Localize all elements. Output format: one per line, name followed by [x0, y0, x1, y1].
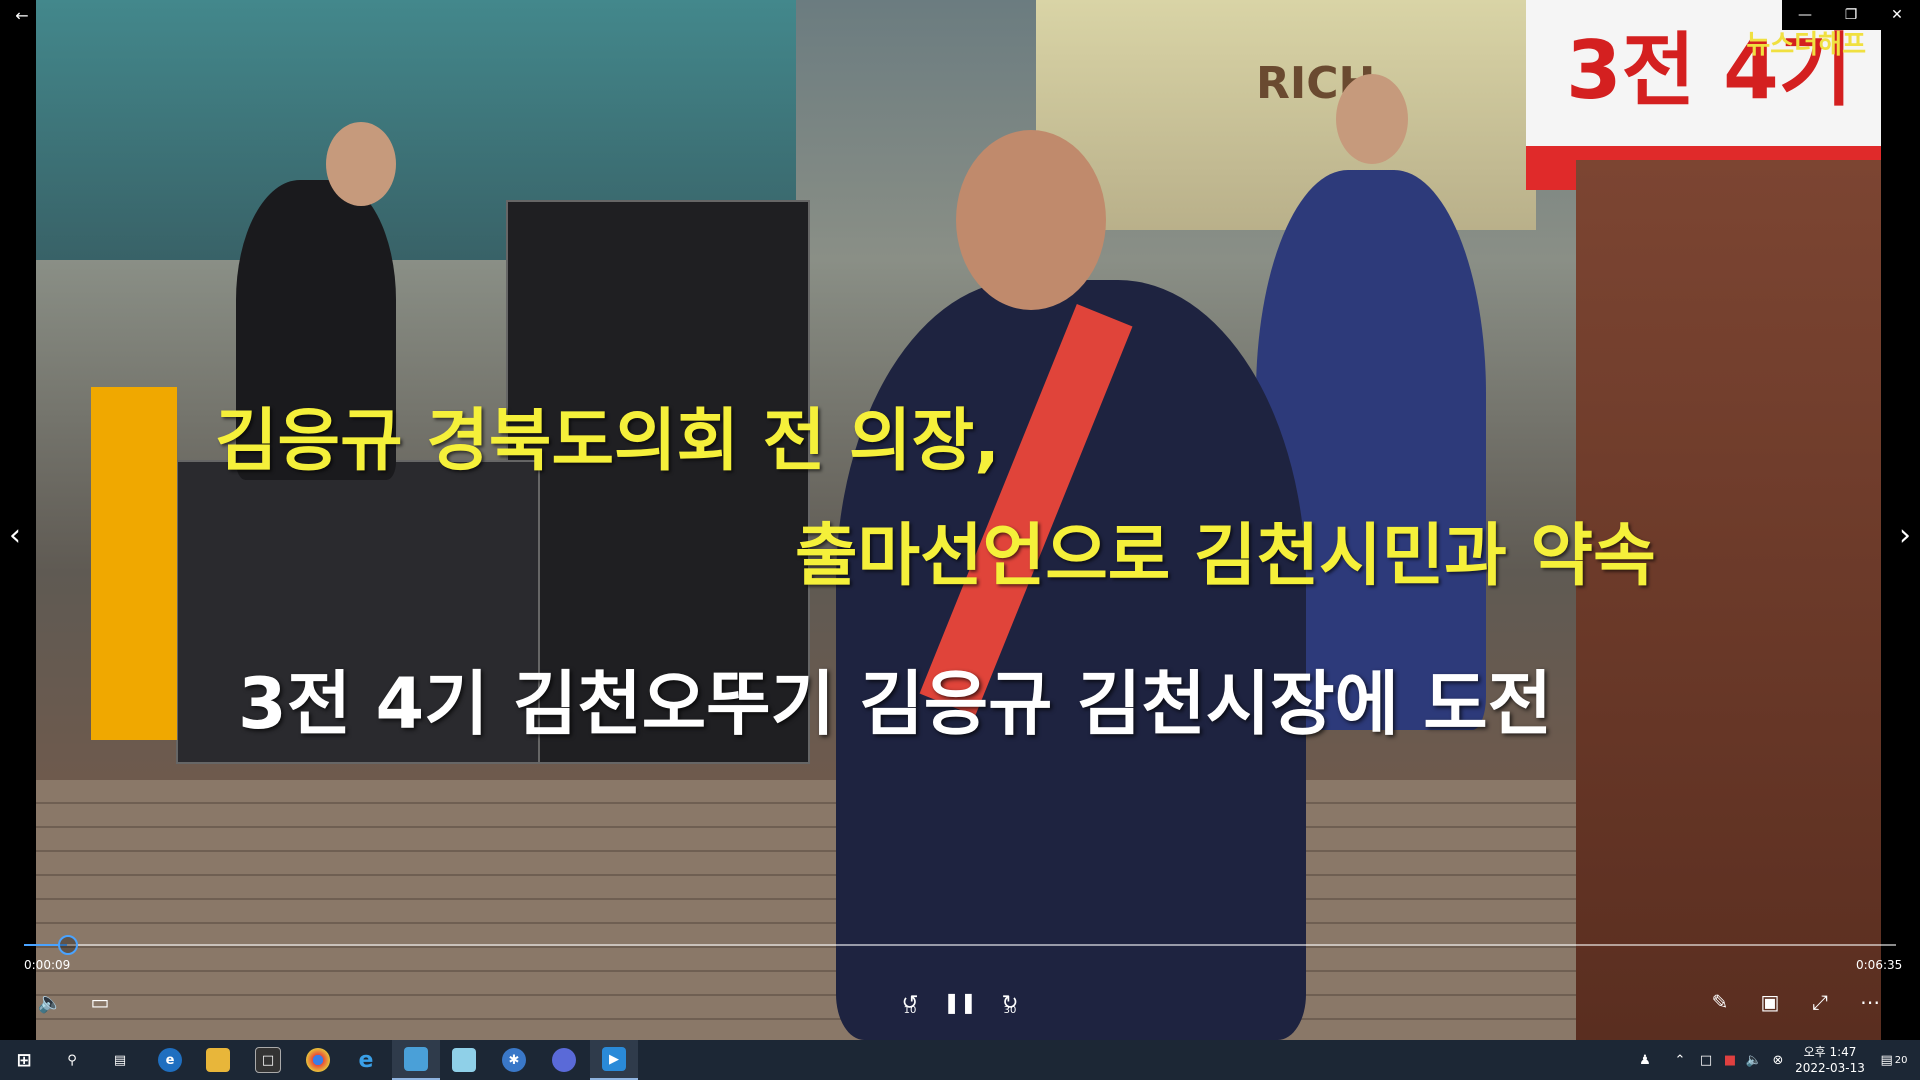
- seek-bar[interactable]: [24, 935, 1896, 955]
- skip-forward-button[interactable]: ↻ 30: [988, 986, 1032, 1018]
- candidate-head: [956, 130, 1106, 310]
- caption-line-3: 3전 4기 김천오뚜기 김응규 김천시장에 도전: [238, 663, 1553, 745]
- start-icon[interactable]: ⊞: [0, 1040, 48, 1080]
- previous-arrow-icon[interactable]: ‹: [2, 505, 28, 565]
- edge-icon[interactable]: e: [146, 1040, 194, 1080]
- search-icon[interactable]: ⚲: [48, 1040, 96, 1080]
- pause-button[interactable]: ❚❚: [938, 986, 982, 1018]
- edit-pencil-icon[interactable]: ✎: [1698, 986, 1742, 1018]
- channel-watermark: 뉴스더해프: [1746, 30, 1866, 60]
- skip-forward-label: 30: [1003, 1005, 1017, 1016]
- background-shop: RICH: [1036, 0, 1536, 230]
- person-right-head: [1336, 74, 1408, 164]
- file-explorer-icon[interactable]: [194, 1040, 242, 1080]
- task-view-icon[interactable]: ▤: [96, 1040, 144, 1080]
- app-icon[interactable]: [392, 1040, 440, 1080]
- antivirus-icon[interactable]: ■: [1718, 1040, 1742, 1080]
- caption-accent-bar: [91, 387, 177, 740]
- subtitles-icon[interactable]: ▭: [78, 986, 122, 1018]
- network-icon[interactable]: □: [1694, 1040, 1718, 1080]
- movies-tv-icon[interactable]: ▶: [590, 1040, 638, 1080]
- taskbar: ⊞ ⚲ ▤ e □ e ✱ ▶ ♟ ⌃ □ ■ 🔈 ⊗ 오후 1:47 2022…: [0, 1040, 1920, 1080]
- people-icon[interactable]: ♟: [1630, 1040, 1660, 1080]
- person-left-head: [326, 122, 396, 206]
- back-button[interactable]: ←: [8, 4, 36, 26]
- chrome-icon[interactable]: [294, 1040, 342, 1080]
- tray-expand-icon[interactable]: ⌃: [1668, 1040, 1692, 1080]
- volume-tray-icon[interactable]: 🔈: [1742, 1040, 1766, 1080]
- seek-thumb[interactable]: [58, 935, 79, 955]
- clock-date: 2022-03-13: [1795, 1061, 1865, 1075]
- store-icon[interactable]: □: [244, 1040, 292, 1080]
- app2-icon[interactable]: [540, 1040, 588, 1080]
- caption-line-2: 출마선언으로 김천시민과 약속: [795, 517, 1656, 596]
- caption-line-1: 김응규 경북도의회 전 의장,: [215, 402, 1001, 481]
- notification-count: 20: [1894, 1054, 1908, 1066]
- close-button[interactable]: ✕: [1874, 0, 1920, 30]
- clock-time: 오후 1:47: [1803, 1045, 1857, 1059]
- ie-icon[interactable]: e: [342, 1040, 390, 1080]
- fullscreen-icon[interactable]: ⤢: [1798, 986, 1842, 1018]
- settings-app-icon[interactable]: ✱: [490, 1040, 538, 1080]
- podium: [1576, 160, 1881, 1040]
- mini-view-icon[interactable]: ▣: [1748, 986, 1792, 1018]
- skip-back-button[interactable]: ↺ 10: [888, 986, 932, 1018]
- disconnected-icon[interactable]: ⊗: [1766, 1040, 1790, 1080]
- total-time: 0:06:35: [1856, 958, 1903, 972]
- notification-center-icon[interactable]: ▤ 20: [1874, 1040, 1914, 1080]
- current-time: 0:00:09: [24, 958, 71, 972]
- volume-icon[interactable]: 🔈: [28, 986, 72, 1018]
- skip-back-label: 10: [903, 1005, 917, 1016]
- more-options-icon[interactable]: ⋯: [1848, 986, 1892, 1018]
- taskbar-clock[interactable]: 오후 1:47 2022-03-13: [1790, 1044, 1870, 1076]
- next-arrow-icon[interactable]: ›: [1892, 505, 1918, 565]
- notepad-icon[interactable]: [440, 1040, 488, 1080]
